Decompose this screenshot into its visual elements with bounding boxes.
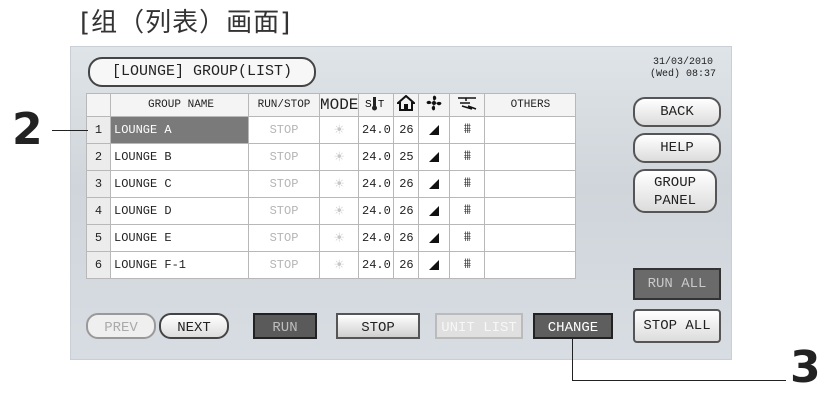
row-number: 4 bbox=[86, 197, 111, 225]
controller-screen: [LOUNGE] GROUP(LIST) 31/03/2010 (Wed) 08… bbox=[70, 46, 732, 360]
stop-all-button[interactable]: STOP ALL bbox=[633, 309, 721, 343]
fan-speed-icon bbox=[418, 143, 451, 171]
row-number: 2 bbox=[86, 143, 111, 171]
callout-3-line-vertical bbox=[572, 338, 573, 380]
vane-icon: ⩩ bbox=[449, 251, 486, 279]
set-temp: 24.0 bbox=[358, 116, 395, 144]
row-number: 5 bbox=[86, 224, 111, 252]
group-table: GROUP NAME RUN/STOP MODE ST OTHERS 1 LOU… bbox=[86, 93, 577, 279]
fan-speed-icon bbox=[418, 251, 451, 279]
date-text: 31/03/2010 bbox=[652, 57, 713, 68]
table-row[interactable]: 3 LOUNGE C STOP ☀ 24.0 26 ⩩ bbox=[86, 170, 577, 198]
fan-speed-icon bbox=[418, 116, 451, 144]
row-number: 3 bbox=[86, 170, 111, 198]
callout-2: 2 bbox=[12, 104, 43, 155]
header-mode: MODE bbox=[318, 93, 360, 117]
mode-icon: ☀ bbox=[318, 224, 360, 252]
callout-3-line-horizontal bbox=[572, 380, 786, 381]
vane-icon: ⩩ bbox=[449, 116, 486, 144]
stop-button[interactable]: STOP bbox=[336, 313, 420, 339]
header-num bbox=[86, 93, 111, 117]
run-button[interactable]: RUN bbox=[253, 313, 317, 339]
mode-icon: ☀ bbox=[318, 143, 360, 171]
header-run-stop: RUN/STOP bbox=[248, 93, 320, 117]
room-temp: 26 bbox=[393, 197, 420, 225]
datetime: 31/03/2010 (Wed) 08:37 bbox=[643, 57, 723, 81]
group-panel-button[interactable]: GROUP PANEL bbox=[633, 169, 717, 213]
room-temp: 26 bbox=[393, 116, 420, 144]
run-stop-status: STOP bbox=[248, 143, 320, 171]
set-temp: 24.0 bbox=[358, 143, 395, 171]
others-cell bbox=[484, 197, 577, 225]
group-name[interactable]: LOUNGE A bbox=[110, 116, 249, 144]
run-all-button[interactable]: RUN ALL bbox=[633, 268, 721, 300]
group-panel-label-2: PANEL bbox=[653, 193, 696, 209]
mode-icon: ☀ bbox=[318, 170, 360, 198]
table-row[interactable]: 2 LOUNGE B STOP ☀ 24.0 25 ⩩ bbox=[86, 143, 577, 171]
room-temp: 25 bbox=[393, 143, 420, 171]
fan-speed-icon bbox=[418, 170, 451, 198]
others-cell bbox=[484, 143, 577, 171]
room-temp: 26 bbox=[393, 224, 420, 252]
table-header: GROUP NAME RUN/STOP MODE ST OTHERS bbox=[86, 93, 577, 117]
vane-icon: ⩩ bbox=[449, 197, 486, 225]
next-button[interactable]: NEXT bbox=[159, 313, 229, 339]
group-name[interactable]: LOUNGE C bbox=[110, 170, 249, 198]
set-temp: 24.0 bbox=[358, 170, 395, 198]
set-temp: 24.0 bbox=[358, 224, 395, 252]
run-stop-status: STOP bbox=[248, 197, 320, 225]
fan-speed-icon bbox=[418, 224, 451, 252]
vane-icon: ⩩ bbox=[449, 224, 486, 252]
table-row[interactable]: 1 LOUNGE A STOP ☀ 24.0 26 ⩩ bbox=[86, 116, 577, 144]
group-name[interactable]: LOUNGE E bbox=[110, 224, 249, 252]
header-group-name: GROUP NAME bbox=[110, 93, 249, 117]
set-temp: 24.0 bbox=[358, 197, 395, 225]
mode-icon: ☀ bbox=[318, 197, 360, 225]
mode-icon: ☀ bbox=[318, 116, 360, 144]
vane-icon: ⩩ bbox=[449, 170, 486, 198]
fan-speed-icon bbox=[418, 197, 451, 225]
header-others: OTHERS bbox=[484, 93, 577, 117]
others-cell bbox=[484, 224, 577, 252]
screen-title: [LOUNGE] GROUP(LIST) bbox=[88, 57, 316, 87]
change-button[interactable]: CHANGE bbox=[533, 313, 613, 339]
group-panel-label-1: GROUP bbox=[653, 175, 696, 191]
run-stop-status: STOP bbox=[248, 170, 320, 198]
table-row[interactable]: 4 LOUNGE D STOP ☀ 24.0 26 ⩩ bbox=[86, 197, 577, 225]
house-icon bbox=[393, 93, 420, 117]
room-temp: 26 bbox=[393, 251, 420, 279]
room-temp: 26 bbox=[393, 170, 420, 198]
others-cell bbox=[484, 116, 577, 144]
fan-icon bbox=[418, 93, 451, 117]
others-cell bbox=[484, 251, 577, 279]
louver-icon bbox=[449, 93, 486, 117]
run-stop-status: STOP bbox=[248, 224, 320, 252]
back-button[interactable]: BACK bbox=[633, 97, 721, 127]
vane-icon: ⩩ bbox=[449, 143, 486, 171]
row-number: 6 bbox=[86, 251, 111, 279]
group-name[interactable]: LOUNGE F-1 bbox=[110, 251, 249, 279]
unit-list-button[interactable]: UNIT LIST bbox=[435, 313, 523, 339]
group-name[interactable]: LOUNGE D bbox=[110, 197, 249, 225]
others-cell bbox=[484, 170, 577, 198]
callout-3: 3 bbox=[790, 342, 821, 393]
time-text: (Wed) 08:37 bbox=[649, 69, 716, 80]
run-stop-status: STOP bbox=[248, 116, 320, 144]
svg-text:T: T bbox=[378, 99, 384, 110]
prev-button[interactable]: PREV bbox=[86, 313, 156, 339]
table-row[interactable]: 6 LOUNGE F-1 STOP ☀ 24.0 26 ⩩ bbox=[86, 251, 577, 279]
table-row[interactable]: 5 LOUNGE E STOP ☀ 24.0 26 ⩩ bbox=[86, 224, 577, 252]
page-caption: [组（列表）画面] bbox=[80, 8, 292, 38]
run-stop-status: STOP bbox=[248, 251, 320, 279]
svg-text:S: S bbox=[365, 99, 372, 110]
mode-icon: ☀ bbox=[318, 251, 360, 279]
callout-2-line bbox=[52, 130, 88, 131]
set-temp-icon: ST bbox=[358, 93, 395, 117]
help-button[interactable]: HELP bbox=[633, 133, 721, 163]
set-temp: 24.0 bbox=[358, 251, 395, 279]
row-number: 1 bbox=[86, 116, 111, 144]
group-name[interactable]: LOUNGE B bbox=[110, 143, 249, 171]
